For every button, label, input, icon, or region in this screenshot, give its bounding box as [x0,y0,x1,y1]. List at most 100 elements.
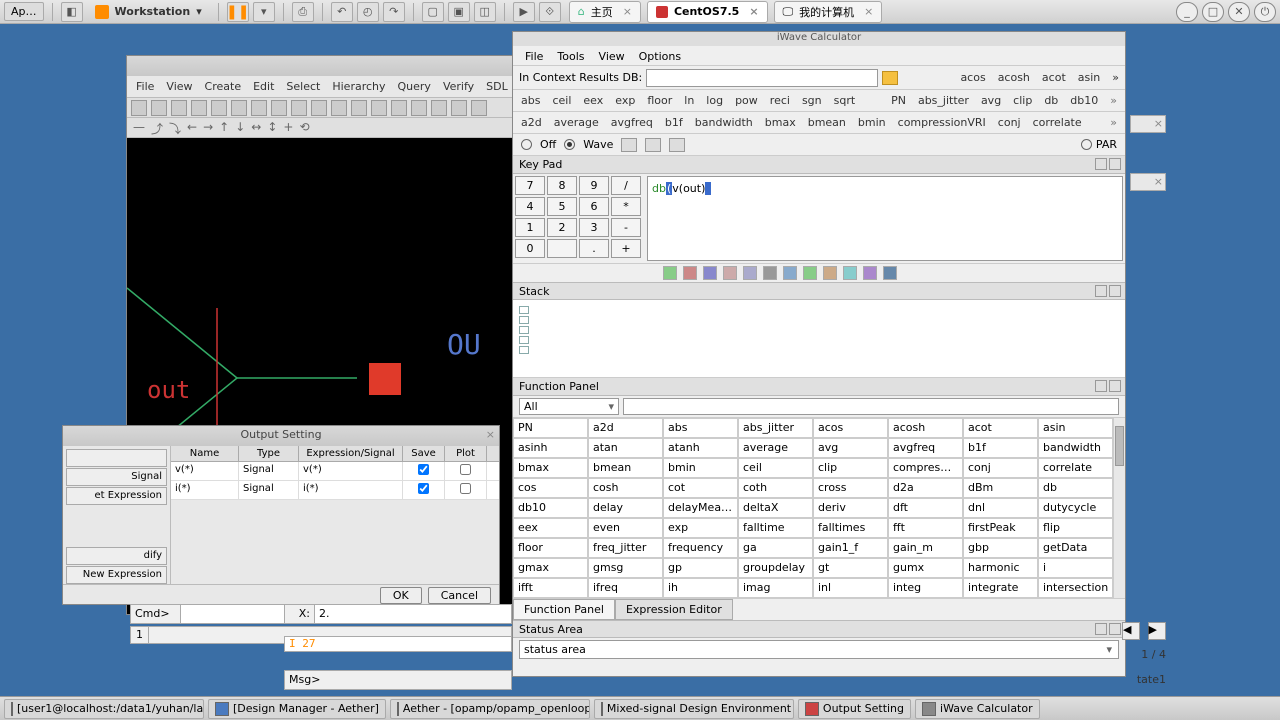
off-radio[interactable] [521,139,532,150]
function-cell[interactable]: floor [513,538,588,558]
menu-query[interactable]: Query [393,78,436,95]
expr-tool-icon[interactable] [863,266,877,280]
tab-mycomputer[interactable]: 🖵我的计算机× [774,1,883,23]
taskbar-item[interactable]: Output Setting [798,699,911,719]
more-icon[interactable]: » [1110,94,1117,107]
clock-fwd-icon[interactable]: ↷ [383,2,405,22]
function-cell[interactable]: ifreq [588,578,663,598]
calc-menubar[interactable]: File Tools View Options [513,46,1125,66]
expr-tool-icon[interactable] [743,266,757,280]
key-sub[interactable]: - [611,218,641,237]
scrollbar[interactable] [1113,418,1125,598]
toolbar-icon[interactable] [391,100,407,116]
function-cell[interactable]: delayMea… [663,498,738,518]
function-cell[interactable]: integ [888,578,963,598]
toolbar-icon[interactable] [411,100,427,116]
fn-button[interactable]: a2d [521,116,542,129]
workstation-dropdown[interactable]: Workstation ▾ [87,3,210,21]
function-cell[interactable]: dutycycle [1038,498,1113,518]
tool-icon[interactable]: ↑ [219,120,229,135]
function-cell[interactable]: clip [813,458,888,478]
function-cell[interactable]: average [738,438,813,458]
fn-acosh[interactable]: acosh [998,71,1030,84]
folder-icon[interactable] [882,71,898,85]
more-icon[interactable]: » [1110,116,1117,129]
function-cell[interactable]: gt [813,558,888,578]
fn-button[interactable]: conj [998,116,1021,129]
function-cell[interactable]: cot [663,478,738,498]
layout3-icon[interactable]: ◫ [474,2,496,22]
fn-button[interactable]: correlate [1033,116,1082,129]
stack-entry-icon[interactable] [519,326,529,334]
taskbar-item[interactable]: Aether - [opamp/opamp_openloop/… [390,699,590,719]
key-3[interactable]: 3 [579,218,609,237]
status-combo[interactable]: status area [519,640,1119,659]
function-cell[interactable]: inl [813,578,888,598]
function-cell[interactable]: gain_m [888,538,963,558]
expr-tool-icon[interactable] [763,266,777,280]
key-6[interactable]: 6 [579,197,609,216]
panel-icon[interactable] [1095,623,1107,635]
function-cell[interactable]: db10 [513,498,588,518]
snapshot-icon[interactable]: ⎙ [292,2,314,22]
stack-entry-icon[interactable] [519,346,529,354]
panel-tab[interactable]: × [1130,115,1166,133]
fn-button[interactable]: b1f [665,116,683,129]
close-icon[interactable]: × [623,5,632,18]
fn-button[interactable]: compressionVRI [898,116,986,129]
mode-icon[interactable] [669,138,685,152]
cancel-button[interactable]: Cancel [428,587,491,604]
tool-icon[interactable]: — [133,120,145,135]
function-cell[interactable]: getData [1038,538,1113,558]
menu-create[interactable]: Create [200,78,247,95]
plot-checkbox[interactable] [460,483,471,494]
menu-select[interactable]: Select [281,78,325,95]
function-cell[interactable]: bmax [513,458,588,478]
toolbar-icon[interactable] [291,100,307,116]
taskbar-item[interactable]: iWave Calculator [915,699,1040,719]
menu-file[interactable]: File [131,78,159,95]
function-cell[interactable]: deriv [813,498,888,518]
toolbar-icon[interactable] [431,100,447,116]
fn-button[interactable]: reci [770,94,790,107]
toolbar-icon[interactable] [231,100,247,116]
menu-file[interactable]: File [519,48,549,63]
nav-prev[interactable]: ◀ [1122,622,1140,640]
function-cell[interactable]: delay [588,498,663,518]
menu-sdl[interactable]: SDL [481,78,513,95]
panel-icon[interactable] [1109,158,1121,170]
toolbar-icon[interactable] [211,100,227,116]
fn-acos[interactable]: acos [960,71,985,84]
expr-tool-icon[interactable] [843,266,857,280]
stack-entry-icon[interactable] [519,316,529,324]
menu-options[interactable]: Options [633,48,687,63]
panel-icon[interactable] [1109,285,1121,297]
function-cell[interactable]: atanh [663,438,738,458]
function-cell[interactable]: gp [663,558,738,578]
function-cell[interactable]: eex [513,518,588,538]
close-icon[interactable]: × [486,428,495,441]
expr-tool-icon[interactable] [683,266,697,280]
tool-icon[interactable]: ⟲ [299,120,309,135]
key-mul[interactable]: * [611,197,641,216]
layout1-icon[interactable]: ▢ [422,2,444,22]
function-cell[interactable]: bmin [663,458,738,478]
fn-acot[interactable]: acot [1042,71,1066,84]
menu-tools[interactable]: Tools [551,48,590,63]
tab-home[interactable]: ⌂主页× [569,1,641,23]
tab-centos[interactable]: CentOS7.5× [647,1,768,23]
fn-button[interactable]: bmin [858,116,886,129]
function-cell[interactable]: exp [663,518,738,538]
function-cell[interactable]: abs_jitter [738,418,813,438]
close-icon[interactable]: × [1154,117,1163,130]
toolbar-icon[interactable] [471,100,487,116]
tool-icon[interactable]: ↔ [251,120,261,135]
function-cell[interactable]: dBm [963,478,1038,498]
function-cell[interactable]: fft [888,518,963,538]
layout2-icon[interactable]: ▣ [448,2,470,22]
expr-tool-icon[interactable] [723,266,737,280]
x-value[interactable]: 2. [315,605,511,623]
key-7[interactable]: 7 [515,176,545,195]
function-cell[interactable]: intersection [1038,578,1113,598]
function-cell[interactable]: gmsg [588,558,663,578]
